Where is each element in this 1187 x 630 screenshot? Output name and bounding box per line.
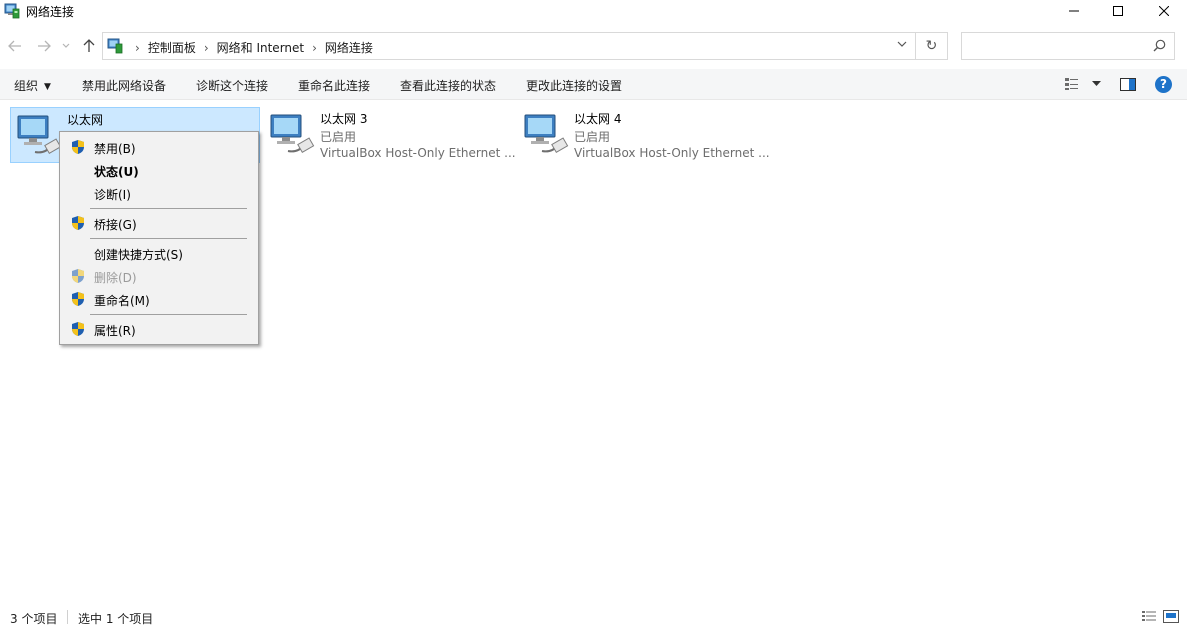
preview-pane-button[interactable] xyxy=(1120,75,1136,93)
selected-count: 选中 1 个项目 xyxy=(78,612,154,626)
network-connections-icon xyxy=(107,38,123,54)
menu-item-create-shortcut[interactable]: 创建快捷方式(S) xyxy=(62,242,256,264)
minimize-button[interactable] xyxy=(1051,0,1097,22)
item-count: 3 个项目 xyxy=(10,612,58,626)
disable-device-button[interactable]: 禁用此网络设备 xyxy=(82,77,166,94)
breadcrumb-separator[interactable]: › xyxy=(135,41,140,55)
breadcrumb-network-connections[interactable]: 网络连接 xyxy=(325,39,373,56)
menu-separator xyxy=(90,238,247,239)
network-item-name: 以太网 3 xyxy=(320,112,368,126)
menu-item-label: 删除(D) xyxy=(94,271,137,285)
help-button[interactable]: ? xyxy=(1155,75,1172,93)
dropdown-arrow-icon: ▼ xyxy=(44,82,51,92)
status-divider xyxy=(67,610,68,624)
large-icons-view-icon[interactable] xyxy=(1163,610,1179,623)
close-button[interactable] xyxy=(1141,0,1187,22)
network-item-device: VirtualBox Host-Only Ethernet ... xyxy=(320,146,516,160)
window-title: 网络连接 xyxy=(26,5,75,19)
menu-item-delete[interactable]: 删除(D) xyxy=(62,265,256,287)
refresh-icon: ↻ xyxy=(925,38,938,54)
diagnose-button[interactable]: 诊断这个连接 xyxy=(196,77,268,94)
menu-item-properties[interactable]: 属性(R) xyxy=(62,318,256,340)
organize-label: 组织 xyxy=(14,79,39,93)
breadcrumb-control-panel[interactable]: 控制面板 xyxy=(148,39,196,56)
preview-pane-icon xyxy=(1120,77,1136,91)
forward-arrow-icon xyxy=(38,40,51,52)
search-icon[interactable] xyxy=(1153,39,1166,52)
refresh-button[interactable]: ↻ xyxy=(916,32,948,60)
menu-item-bridge[interactable]: 桥接(G) xyxy=(62,212,256,234)
view-options-button[interactable] xyxy=(1064,75,1101,93)
up-button[interactable] xyxy=(81,38,97,54)
uac-shield-icon xyxy=(72,269,84,283)
forward-button[interactable] xyxy=(36,38,52,54)
menu-item-disable[interactable]: 禁用(B) xyxy=(62,136,256,158)
menu-item-status[interactable]: 状态(U) xyxy=(62,159,256,181)
network-item-name: 以太网 xyxy=(67,113,104,127)
command-bar: 组织 ▼ 禁用此网络设备 诊断这个连接 重命名此连接 查看此连接的状态 更改此连接… xyxy=(0,69,1187,100)
details-view-icon xyxy=(1065,78,1078,90)
breadcrumb: › 控制面板 › 网络和 Internet › 网络连接 xyxy=(127,39,373,56)
breadcrumb-network-internet[interactable]: 网络和 Internet xyxy=(217,39,304,56)
back-arrow-icon xyxy=(8,40,21,52)
details-view-icon[interactable] xyxy=(1141,610,1157,623)
network-item-ethernet-3[interactable]: 以太网 3 已启用 VirtualBox Host-Only Ethernet … xyxy=(264,107,516,163)
up-arrow-icon xyxy=(83,39,95,52)
network-adapter-icon xyxy=(17,115,62,155)
chevron-down-icon xyxy=(62,43,70,48)
rename-button[interactable]: 重命名此连接 xyxy=(298,77,370,94)
back-button[interactable] xyxy=(7,38,23,54)
title-bar: 网络连接 xyxy=(0,0,1187,22)
help-icon: ? xyxy=(1155,75,1172,93)
menu-item-label: 重命名(M) xyxy=(94,294,150,308)
recent-locations-button[interactable] xyxy=(60,38,72,54)
organize-button[interactable]: 组织 ▼ xyxy=(14,77,51,94)
address-dropdown-icon[interactable] xyxy=(897,40,907,48)
uac-shield-icon xyxy=(72,140,84,154)
uac-shield-icon xyxy=(72,322,84,336)
menu-item-label: 禁用(B) xyxy=(94,142,136,156)
menu-separator xyxy=(90,208,247,209)
context-menu: 禁用(B) 状态(U) 诊断(I) 桥接(G) 创建快捷方式(S) 删除(D) … xyxy=(59,131,259,345)
menu-separator xyxy=(90,314,247,315)
chevron-down-icon xyxy=(1092,81,1101,86)
breadcrumb-separator[interactable]: › xyxy=(204,41,209,55)
network-item-status: 已启用 xyxy=(320,130,357,144)
network-adapter-icon xyxy=(524,114,569,154)
search-input[interactable] xyxy=(968,37,1152,57)
menu-item-label: 桥接(G) xyxy=(94,218,137,232)
menu-item-label: 诊断(I) xyxy=(94,188,131,202)
close-icon xyxy=(1159,6,1169,16)
menu-item-label: 创建快捷方式(S) xyxy=(94,248,183,262)
navigation-bar: › 控制面板 › 网络和 Internet › 网络连接 ↻ xyxy=(0,31,1187,61)
minimize-icon xyxy=(1069,10,1079,12)
change-settings-button[interactable]: 更改此连接的设置 xyxy=(526,77,622,94)
uac-shield-icon xyxy=(72,216,84,230)
network-adapter-icon xyxy=(270,114,315,154)
menu-item-diagnose[interactable]: 诊断(I) xyxy=(62,182,256,204)
view-status-button[interactable]: 查看此连接的状态 xyxy=(400,77,496,94)
search-box[interactable] xyxy=(961,32,1175,60)
maximize-button[interactable] xyxy=(1095,0,1141,22)
menu-item-label: 状态(U) xyxy=(94,165,139,179)
network-item-status: 已启用 xyxy=(574,130,611,144)
uac-shield-icon xyxy=(72,292,84,306)
menu-item-label: 属性(R) xyxy=(94,324,136,338)
network-item-name: 以太网 4 xyxy=(574,112,622,126)
network-item-device: VirtualBox Host-Only Ethernet ... xyxy=(574,146,770,160)
status-bar: 3 个项目 选中 1 个项目 xyxy=(0,604,1187,630)
network-connections-icon xyxy=(4,3,20,19)
menu-item-rename[interactable]: 重命名(M) xyxy=(62,288,256,310)
breadcrumb-separator[interactable]: › xyxy=(312,41,317,55)
address-bar[interactable]: › 控制面板 › 网络和 Internet › 网络连接 xyxy=(102,32,916,60)
network-item-ethernet-4[interactable]: 以太网 4 已启用 VirtualBox Host-Only Ethernet … xyxy=(518,107,770,163)
maximize-icon xyxy=(1113,6,1123,16)
view-toggle xyxy=(1141,610,1179,623)
